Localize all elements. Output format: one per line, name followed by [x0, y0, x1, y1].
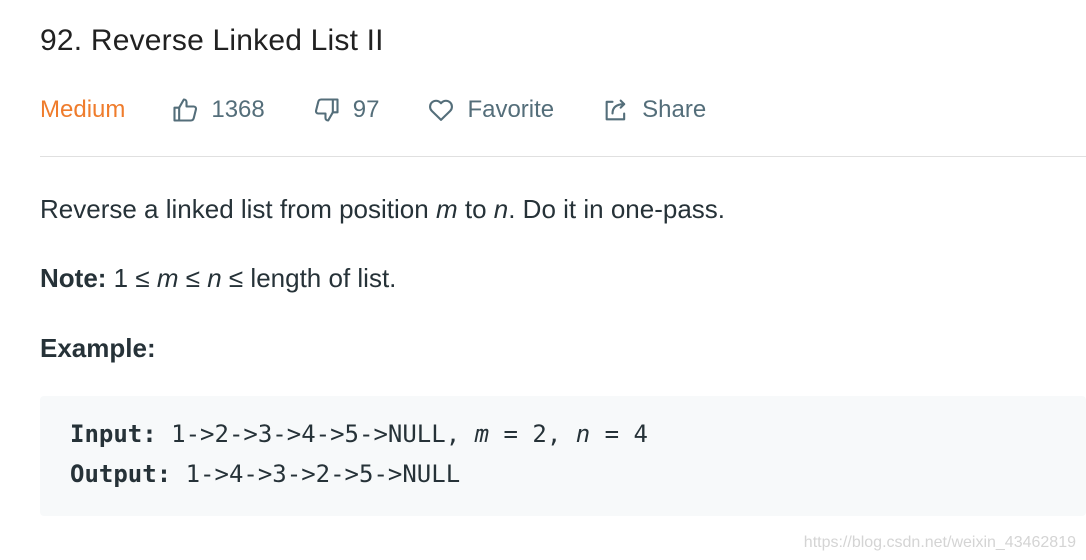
example-code-block: Input: 1->2->3->4->5->NULL, m = 2, n = 4…: [40, 396, 1086, 516]
input-value: 1->2->3->4->5->NULL,: [156, 420, 475, 448]
variable-m: m: [435, 194, 458, 224]
description-text: Reverse a linked list from position: [40, 194, 436, 224]
header-divider: [40, 156, 1086, 157]
example-input-line: Input: 1->2->3->4->5->NULL, m = 2, n = 4: [70, 420, 648, 448]
variable-m: m: [156, 263, 179, 293]
output-value: 1->4->3->2->5->NULL: [171, 460, 461, 488]
watermark: https://blog.csdn.net/weixin_43462819: [803, 534, 1076, 551]
like-count: 1368: [211, 96, 265, 123]
input-m-value: = 2,: [489, 420, 576, 448]
dislike-button[interactable]: 97: [313, 96, 380, 124]
heart-icon: [429, 99, 454, 121]
input-label: Input:: [70, 420, 157, 448]
example-heading: Example:: [40, 333, 156, 363]
difficulty-badge: Medium: [40, 96, 126, 123]
share-icon: [605, 99, 626, 121]
output-label: Output:: [70, 460, 172, 488]
note-text: ≤ length of list.: [221, 263, 397, 293]
favorite-label: Favorite: [467, 96, 555, 123]
description-text: . Do it in one-pass.: [508, 194, 726, 224]
problem-description: Reverse a linked list from position m to…: [40, 192, 725, 226]
favorite-button[interactable]: Favorite: [427, 96, 554, 124]
thumbs-up-icon: [173, 98, 198, 122]
thumbs-down-icon: [314, 98, 339, 122]
example-output-line: Output: 1->4->3->2->5->NULL: [70, 460, 460, 488]
variable-m: m: [474, 420, 490, 448]
variable-n: n: [207, 263, 222, 293]
like-button[interactable]: 1368: [171, 96, 265, 124]
problem-note: Note: 1 ≤ m ≤ n ≤ length of list.: [40, 261, 396, 295]
variable-n: n: [493, 194, 509, 224]
note-text: ≤: [178, 263, 208, 293]
problem-meta-bar: Medium 1368 97 Favorite Share: [40, 92, 754, 128]
share-label: Share: [642, 96, 707, 123]
note-text: 1 ≤: [106, 263, 157, 293]
problem-page: 92. Reverse Linked List II Medium 1368 9…: [0, 0, 1086, 560]
dislike-count: 97: [352, 96, 380, 123]
input-n-value: = 4: [590, 420, 648, 448]
note-label: Note:: [40, 263, 107, 293]
problem-title: 92. Reverse Linked List II: [40, 24, 384, 57]
description-text: to: [457, 194, 494, 224]
share-button[interactable]: Share: [602, 96, 706, 124]
variable-n: n: [575, 420, 591, 448]
